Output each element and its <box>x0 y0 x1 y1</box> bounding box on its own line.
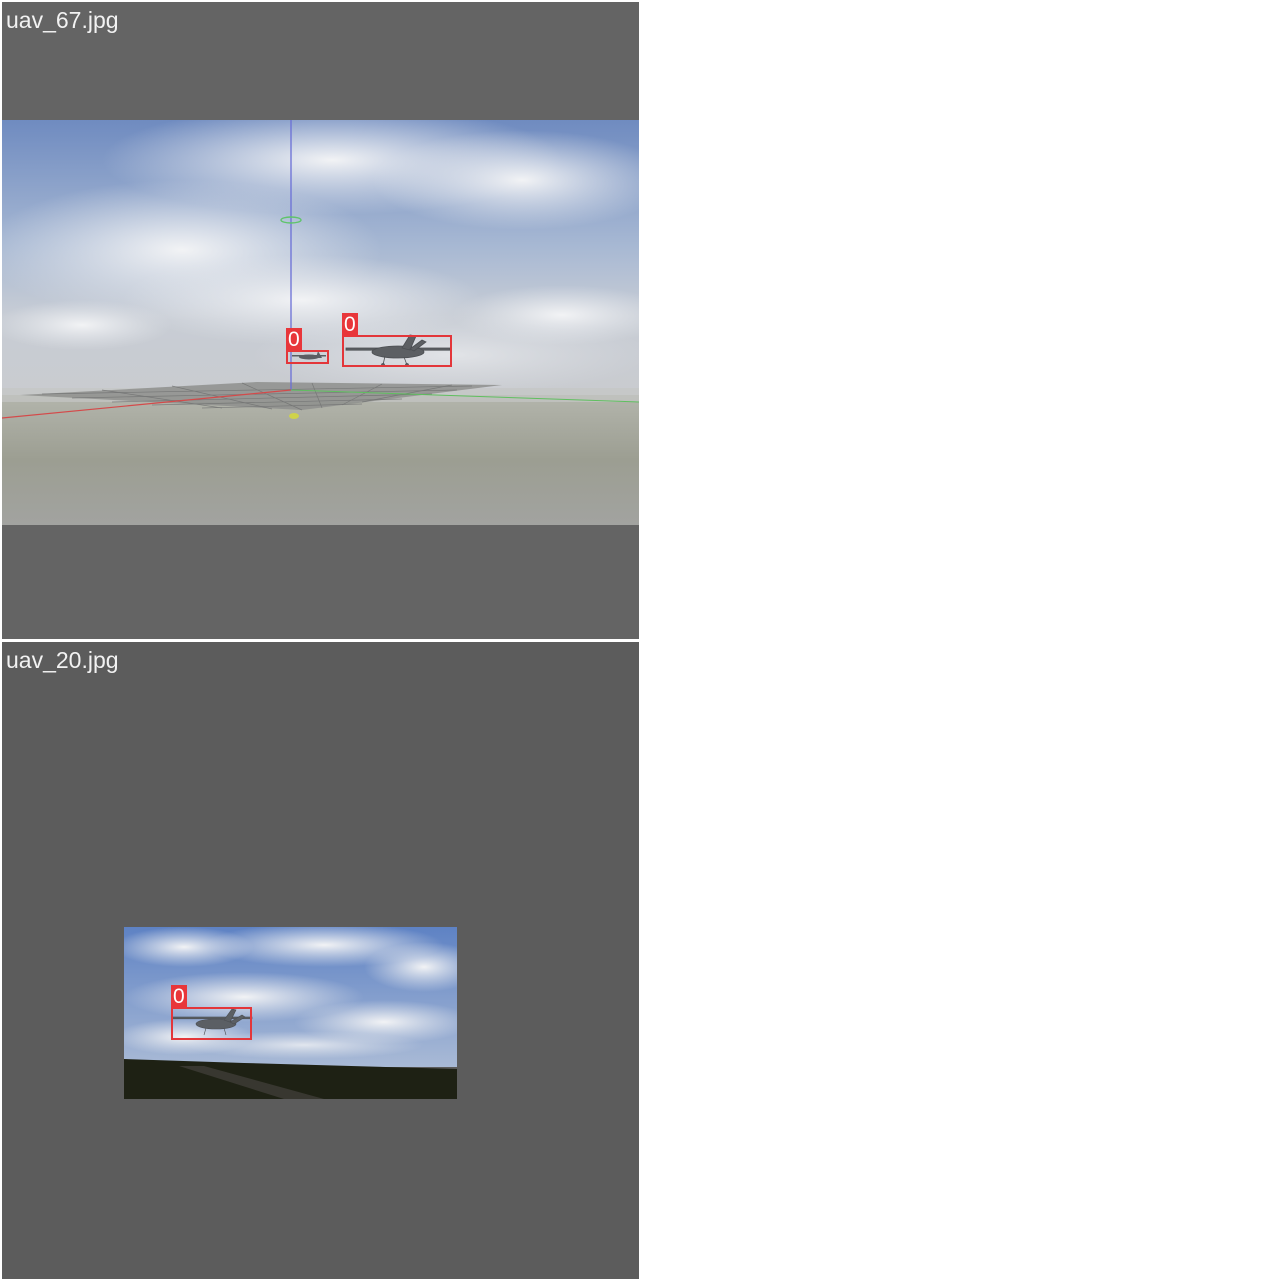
detection-class-label: 0 <box>171 985 187 1009</box>
detection-box <box>171 1007 252 1040</box>
detection-class-label: 0 <box>286 328 302 352</box>
image-filename: uav_20.jpg <box>6 647 119 673</box>
image-tile-uav-67: 0 0 uav_67.jpg <box>2 2 639 639</box>
image-filename: uav_67.jpg <box>6 7 119 33</box>
image-tile-uav-20: 0 uav_20.jpg <box>2 642 639 1279</box>
detection-box <box>286 350 329 364</box>
scene-image-uav-67 <box>2 120 639 525</box>
simulator-scene <box>2 120 639 525</box>
detection-class-label: 0 <box>342 313 358 337</box>
detection-box <box>342 335 452 367</box>
